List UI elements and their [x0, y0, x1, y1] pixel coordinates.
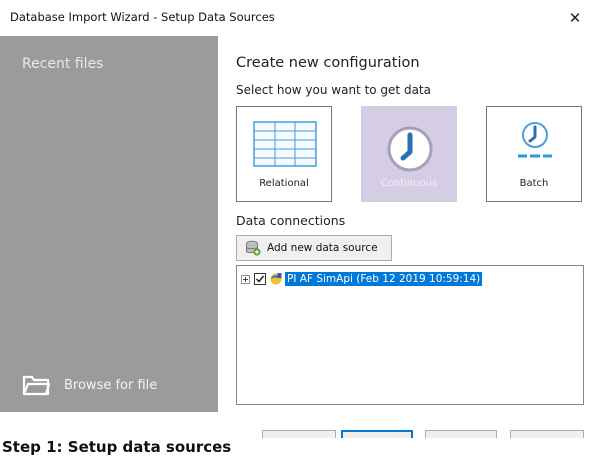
browse-for-file-label: Browse for file	[64, 377, 158, 393]
connection-label[interactable]: PI AF SimApi (Feb 12 2019 10:59:14)	[285, 272, 483, 286]
connection-checkbox[interactable]	[254, 273, 266, 285]
expand-icon[interactable]	[241, 274, 250, 284]
step-caption: Step 1: Setup data sources	[2, 438, 236, 456]
footer-button-next[interactable]	[341, 430, 413, 438]
browse-for-file-button[interactable]: Browse for file	[22, 372, 157, 398]
tile-continuous[interactable]: Continuous	[361, 106, 457, 202]
table-icon	[253, 121, 317, 167]
data-connections-heading: Data connections	[236, 213, 346, 228]
footer-button-cancel[interactable]	[510, 430, 584, 438]
pi-server-icon	[270, 273, 282, 285]
select-source-subheading: Select how you want to get data	[236, 83, 431, 97]
checkmark-icon	[255, 275, 265, 283]
tile-label: Continuous	[380, 178, 438, 189]
configuration-panel: Create new configuration Select how you …	[218, 36, 592, 412]
add-database-icon	[246, 240, 261, 256]
folder-icon	[22, 375, 50, 396]
batch-clock-icon	[518, 122, 552, 158]
clock-icon	[387, 126, 433, 172]
data-connections-tree[interactable]: PI AF SimApi (Feb 12 2019 10:59:14)	[236, 265, 584, 405]
title-bar: Database Import Wizard - Setup Data Sour…	[0, 0, 592, 36]
tile-label: Relational	[259, 178, 309, 189]
recent-files-heading: Recent files	[22, 56, 104, 72]
tile-relational[interactable]: Relational	[236, 106, 332, 202]
footer-button-finish[interactable]	[425, 430, 497, 438]
footer-button-back[interactable]	[262, 430, 336, 438]
tree-node[interactable]: PI AF SimApi (Feb 12 2019 10:59:14)	[241, 272, 483, 286]
window-title: Database Import Wizard - Setup Data Sour…	[10, 10, 275, 24]
tile-batch[interactable]: Batch	[486, 106, 582, 202]
recent-files-sidebar: Recent files Browse for file	[0, 36, 218, 412]
add-data-source-button[interactable]: Add new data source	[236, 235, 392, 261]
add-data-source-label: Add new data source	[267, 242, 378, 254]
create-configuration-heading: Create new configuration	[236, 55, 420, 71]
close-icon[interactable]: ✕	[564, 7, 586, 29]
tile-label: Batch	[519, 178, 549, 189]
